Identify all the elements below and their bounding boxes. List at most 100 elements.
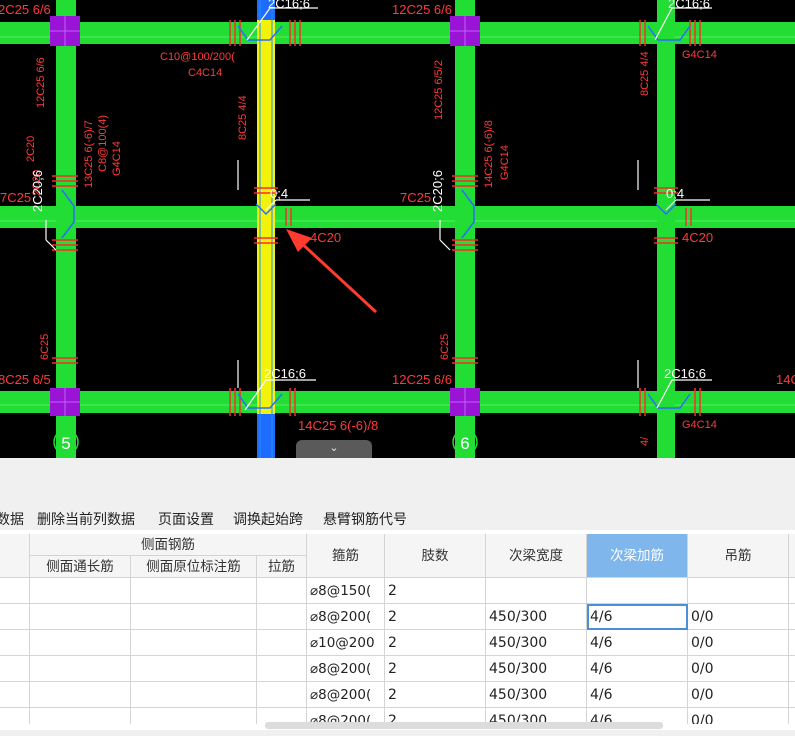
table-cell-stirrup[interactable]: ⌀8@200(	[307, 604, 385, 630]
rebar-dim-label[interactable]: 2C16;6	[664, 366, 706, 381]
table-cell-stirrup[interactable]: ⌀8@200(	[307, 656, 385, 682]
table-header-blank[interactable]	[0, 534, 30, 578]
table-cell-overflow[interactable]	[789, 630, 795, 656]
table-header-stirrup[interactable]: 箍筋	[307, 534, 385, 578]
rebar-label[interactable]: 12C25 6/6	[392, 372, 452, 387]
table-cell-legs[interactable]: 2	[385, 630, 486, 656]
beam-vertical-right[interactable]	[657, 0, 675, 458]
table-cell-side-original[interactable]	[131, 682, 257, 708]
table-cell-row-index[interactable]	[0, 578, 30, 604]
rebar-label[interactable]: 14C25 6(-6)/8	[483, 120, 495, 188]
table-cell-legs[interactable]: 2	[385, 604, 486, 630]
table-cell-secondary-beam-width[interactable]: 450/300	[486, 682, 587, 708]
horizontal-scrollbar[interactable]	[265, 722, 663, 729]
table-cell-overflow[interactable]	[789, 578, 795, 604]
rebar-dim-label[interactable]: 2C16;6	[264, 366, 306, 381]
table-cell-tie[interactable]	[257, 604, 307, 630]
table-cell-secondary-beam-add-rebar[interactable]: 4/6	[587, 604, 688, 630]
table-cell-row-index[interactable]	[0, 682, 30, 708]
rebar-dim-label[interactable]: 2C20;6	[30, 170, 45, 212]
table-cell-side-continuous[interactable]	[30, 630, 131, 656]
table-cell-tie[interactable]	[257, 682, 307, 708]
table-cell-side-original[interactable]	[131, 578, 257, 604]
rebar-label[interactable]: 4C20	[310, 230, 341, 245]
panel-collapse-toggle[interactable]: ⌄	[296, 440, 372, 458]
table-cell-row-index[interactable]	[0, 656, 30, 682]
table-cell-secondary-beam-add-rebar[interactable]: 4/6	[587, 630, 688, 656]
table-cell-row-index[interactable]	[0, 708, 30, 724]
table-cell-secondary-beam-width[interactable]	[486, 578, 587, 604]
rebar-label[interactable]: G4C14	[682, 49, 717, 61]
rebar-dim-label[interactable]: 0;4	[270, 186, 288, 201]
rebar-label[interactable]: 14C25 6(-6)/8	[298, 418, 378, 433]
rebar-label[interactable]: 8C25 4/4	[237, 95, 249, 140]
rebar-label[interactable]: 7C25	[400, 190, 431, 205]
rebar-dim-label[interactable]: 2C20;6	[430, 170, 445, 212]
toolbar-item-delete-column-data[interactable]: 删除当前列数据	[37, 509, 135, 529]
table-cell-hanger[interactable]: 0/0	[688, 604, 789, 630]
table-cell-overflow[interactable]	[789, 682, 795, 708]
rebar-label[interactable]: 13C25 6(-6)/7	[83, 120, 95, 188]
table-header-secondary-beam-add-rebar[interactable]: 次梁加筋	[587, 534, 688, 578]
table-cell-side-continuous[interactable]	[30, 682, 131, 708]
table-cell-stirrup[interactable]: ⌀8@150(	[307, 578, 385, 604]
table-cell-secondary-beam-add-rebar[interactable]: 4/6	[587, 656, 688, 682]
cad-drawing-canvas[interactable]: 5 6 2C25 6/6 12C25 6/6 C10@100/200( C4C1…	[0, 0, 795, 458]
rebar-label[interactable]: 8C25 4/4	[639, 51, 651, 96]
rebar-label[interactable]: 6C25	[39, 334, 51, 360]
table-cell-hanger[interactable]: 0/0	[688, 656, 789, 682]
rebar-label[interactable]: C4C14	[188, 67, 222, 79]
table-cell-tie[interactable]	[257, 656, 307, 682]
table-cell-stirrup[interactable]: ⌀10@200	[307, 630, 385, 656]
rebar-dim-label[interactable]: 2C16;6	[668, 0, 710, 11]
table-cell-tie[interactable]	[257, 578, 307, 604]
table-cell-hanger[interactable]: 0/0	[688, 630, 789, 656]
rebar-label[interactable]: C10@100/200(	[160, 51, 235, 63]
table-cell-legs[interactable]: 2	[385, 578, 486, 604]
rebar-label[interactable]: 8C25 6/5	[0, 372, 51, 387]
table-cell-legs[interactable]: 2	[385, 682, 486, 708]
toolbar-item-page-setup[interactable]: 页面设置	[158, 509, 214, 529]
table-cell-overflow[interactable]	[789, 604, 795, 630]
rebar-label[interactable]: 2C25 6/6	[0, 2, 51, 17]
table-header-legs[interactable]: 肢数	[385, 534, 486, 578]
table-header-hanger[interactable]: 吊筋	[688, 534, 789, 578]
rebar-label[interactable]: C8@100(4)	[97, 115, 109, 172]
table-cell-side-continuous[interactable]	[30, 656, 131, 682]
table-cell-overflow[interactable]	[789, 656, 795, 682]
table-cell-row-index[interactable]	[0, 604, 30, 630]
rebar-label[interactable]: 6C25	[439, 334, 451, 360]
table-header-overflow[interactable]	[789, 534, 795, 578]
rebar-dim-label[interactable]: 2C16;6	[268, 0, 310, 11]
rebar-label[interactable]: 14C	[776, 372, 795, 387]
rebar-label[interactable]: 12C25 6/6	[392, 2, 452, 17]
rebar-label[interactable]: 12C25 6/6	[35, 57, 47, 108]
beam-horizontal-bottom[interactable]	[0, 391, 795, 413]
table-cell-secondary-beam-add-rebar[interactable]: 4/6	[587, 682, 688, 708]
table-cell-tie[interactable]	[257, 630, 307, 656]
table-cell-side-original[interactable]	[131, 630, 257, 656]
table-cell-hanger[interactable]: 0/0	[688, 708, 789, 724]
toolbar-item-swap-start-span[interactable]: 调换起始跨	[233, 509, 303, 529]
toolbar-item-data[interactable]: 数据	[0, 509, 24, 529]
table-header-secondary-beam-width[interactable]: 次梁宽度	[486, 534, 587, 578]
table-cell-side-original[interactable]	[131, 604, 257, 630]
table-cell-hanger[interactable]	[688, 578, 789, 604]
rebar-label[interactable]: G4C14	[499, 145, 511, 180]
table-cell-stirrup[interactable]: ⌀8@200(	[307, 682, 385, 708]
table-cell-legs[interactable]: 2	[385, 656, 486, 682]
table-cell-side-continuous[interactable]	[30, 604, 131, 630]
table-cell-secondary-beam-width[interactable]: 450/300	[486, 656, 587, 682]
rebar-label[interactable]: 12C25 6/5/2	[433, 60, 445, 120]
table-header-tie[interactable]: 拉筋	[257, 556, 307, 578]
rebar-label[interactable]: G4C14	[111, 141, 123, 176]
beam-horizontal-middle[interactable]	[0, 206, 795, 228]
table-header-side-original[interactable]: 侧面原位标注筋	[131, 556, 257, 578]
table-group-header-side-rebar[interactable]: 侧面钢筋	[30, 534, 307, 556]
table-cell-secondary-beam-add-rebar[interactable]	[587, 578, 688, 604]
rebar-label[interactable]: 7C25	[0, 190, 31, 205]
table-cell-side-original[interactable]	[131, 708, 257, 724]
table-cell-side-continuous[interactable]	[30, 708, 131, 724]
table-cell-row-index[interactable]	[0, 630, 30, 656]
table-cell-hanger[interactable]: 0/0	[688, 682, 789, 708]
